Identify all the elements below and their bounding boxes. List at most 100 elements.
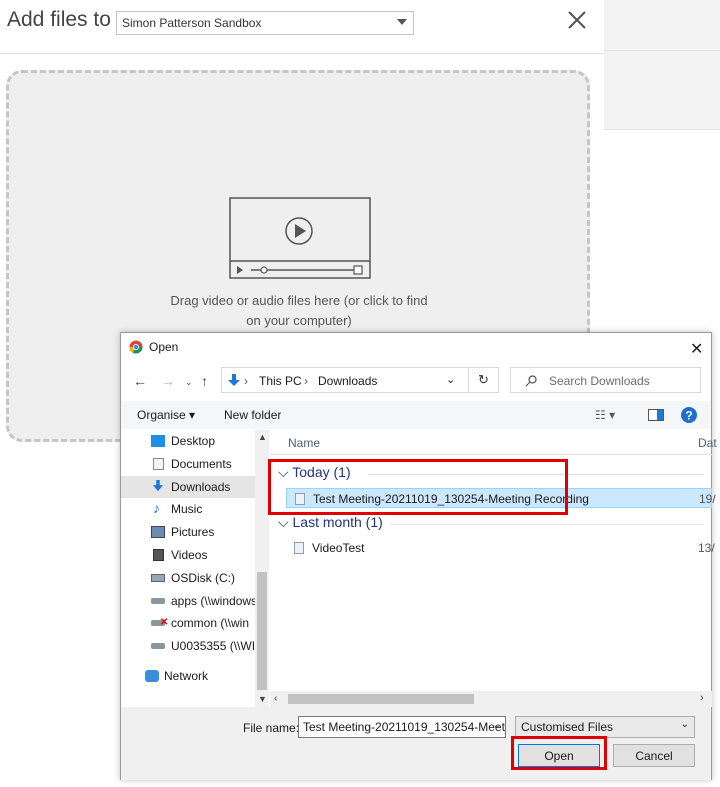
file-name: VideoTest — [312, 541, 365, 555]
file-type-value: Customised Files — [521, 720, 614, 734]
file-row[interactable]: VideoTest 13/ — [286, 538, 715, 558]
desktop-icon — [151, 435, 165, 447]
highlight-box — [268, 459, 568, 515]
sidebar-item-documents[interactable]: Documents — [121, 453, 255, 475]
scrollbar-thumb[interactable] — [288, 694, 474, 704]
refresh-icon[interactable]: ↻ — [469, 367, 499, 393]
address-dropdown-icon[interactable]: ⌄ — [446, 373, 455, 386]
network-drive-icon — [151, 598, 165, 604]
downloads-icon — [228, 374, 240, 386]
sidebar-item-apps[interactable]: apps (\\windows — [121, 590, 255, 612]
breadcrumb-item[interactable]: Downloads — [318, 374, 377, 388]
view-options-icon[interactable]: ☷ ▾ — [595, 408, 615, 422]
music-icon: ♪ — [153, 500, 160, 516]
sidebar-item-label: apps (\\windows — [171, 594, 255, 608]
open-file-dialog: Open ✕ ← → ⌄ ↑ › This PC › Downloads ⌄ ↻… — [120, 332, 717, 780]
sidebar-item-label: U0035355 (\\WIN — [171, 639, 255, 653]
sidebar-item-label: Pictures — [171, 525, 215, 539]
column-header-date[interactable]: Dat — [698, 436, 717, 450]
recent-chevron-icon[interactable]: ⌄ — [185, 377, 193, 388]
file-date: 13/ — [698, 541, 715, 555]
group-header-last-month[interactable]: ⌵ Last month (1) — [278, 514, 383, 531]
breadcrumb-separator: › — [244, 374, 248, 388]
sidebar-item-osdisk[interactable]: OSDisk (C:) — [121, 567, 255, 589]
sidebar-item-pictures[interactable]: Pictures — [121, 521, 255, 543]
group-label: Last month (1) — [292, 514, 383, 530]
drop-text-line: Drag video or audio files here (or click… — [170, 293, 428, 308]
drop-instructions: Drag video or audio files here (or click… — [154, 291, 444, 331]
video-file-icon — [294, 542, 304, 554]
sidebar-item-u0035355[interactable]: U0035355 (\\WIN — [121, 635, 255, 657]
chevron-down-icon[interactable]: ⌄ — [493, 720, 501, 731]
drive-icon — [151, 574, 165, 582]
up-arrow-icon[interactable]: ↑ — [201, 373, 208, 389]
channel-select-value: Simon Patterson Sandbox — [122, 16, 262, 30]
highlight-box — [511, 736, 607, 770]
panel-header: Add files to Simon Patterson Sandbox — [0, 0, 604, 54]
search-placeholder: Search Downloads — [549, 374, 650, 388]
forward-arrow-icon[interactable]: → — [161, 373, 175, 389]
sidebar-item-music[interactable]: ♪ Music — [121, 498, 255, 520]
dialog-footer: File name: Test Meeting-20211019_130254-… — [121, 707, 711, 780]
scroll-right-icon[interactable]: › — [700, 692, 704, 704]
network-icon — [145, 670, 159, 682]
error-x-icon: ✕ — [160, 617, 169, 628]
scrollbar-thumb[interactable] — [257, 572, 267, 690]
downloads-icon — [152, 480, 164, 492]
sidebar-item-network[interactable]: Network — [121, 665, 255, 687]
search-box[interactable]: Search Downloads — [510, 367, 701, 393]
sidebar-item-videos[interactable]: Videos — [121, 544, 255, 566]
file-type-select[interactable]: Customised Files ⌄ — [515, 716, 695, 738]
sidebar-item-label: Music — [171, 502, 203, 516]
background-header — [604, 0, 720, 130]
sidebar-item-label: common (\\win — [171, 616, 250, 630]
chevron-down-icon: ⌄ — [680, 719, 689, 730]
file-name-label: File name: — [243, 721, 300, 735]
video-file-icon — [229, 197, 371, 279]
divider — [604, 50, 720, 51]
channel-select[interactable]: Simon Patterson Sandbox — [116, 11, 414, 35]
scroll-down-icon[interactable]: ▼ — [258, 694, 267, 704]
dialog-close-icon[interactable]: ✕ — [690, 339, 703, 359]
drop-text-line: on your computer) — [246, 313, 352, 328]
file-name-value: Test Meeting-20211019_130254-Meet — [303, 720, 505, 734]
sidebar-item-downloads[interactable]: Downloads — [121, 476, 255, 498]
sidebar-item-desktop[interactable]: Desktop — [121, 430, 255, 452]
sidebar-item-common[interactable]: ✕ common (\\win — [121, 612, 255, 634]
sidebar-item-label: Network — [164, 669, 209, 683]
sidebar-item-label: OSDisk (C:) — [171, 571, 235, 585]
sidebar-item-label: Downloads — [171, 480, 231, 494]
chevron-down-icon — [397, 19, 407, 25]
sidebar-item-label: Desktop — [171, 434, 216, 448]
back-arrow-icon[interactable]: ← — [133, 373, 147, 389]
breadcrumb-item[interactable]: This PC — [259, 374, 302, 388]
close-icon[interactable] — [566, 9, 588, 31]
dialog-title: Open — [149, 340, 179, 354]
new-folder-button[interactable]: New folder — [224, 408, 281, 422]
network-drive-icon — [151, 643, 165, 649]
search-icon — [525, 375, 537, 387]
organise-menu[interactable]: Organise ▾ — [137, 408, 195, 422]
scroll-up-icon[interactable]: ▲ — [258, 432, 267, 442]
scroll-left-icon[interactable]: ‹ — [274, 693, 277, 704]
cancel-button[interactable]: Cancel — [613, 744, 695, 767]
address-bar[interactable]: › This PC › Downloads ⌄ — [221, 367, 469, 393]
sidebar-item-label: Videos — [171, 548, 208, 562]
column-header-name[interactable]: Name — [288, 436, 320, 450]
preview-pane-icon[interactable] — [648, 409, 664, 421]
screen: Add files to Simon Patterson Sandbox Dra… — [0, 0, 720, 787]
videos-icon — [153, 549, 164, 561]
navigation-pane: Desktop Documents Downloads ♪ Music Pict… — [121, 430, 269, 707]
breadcrumb-separator: › — [304, 374, 308, 388]
chrome-icon — [129, 340, 143, 354]
file-list-scrollbar[interactable]: ‹ › — [270, 691, 712, 707]
file-name-input[interactable]: Test Meeting-20211019_130254-Meet ⌄ — [298, 716, 506, 738]
group-divider — [390, 524, 704, 525]
pictures-icon — [151, 526, 165, 538]
documents-icon — [153, 458, 164, 470]
header-divider — [270, 454, 712, 455]
navigation-scrollbar[interactable]: ▲ ▼ — [255, 430, 269, 707]
panel-title: Add files to — [7, 8, 111, 31]
help-icon[interactable]: ? — [681, 407, 697, 423]
svg-text:?: ? — [685, 409, 692, 423]
